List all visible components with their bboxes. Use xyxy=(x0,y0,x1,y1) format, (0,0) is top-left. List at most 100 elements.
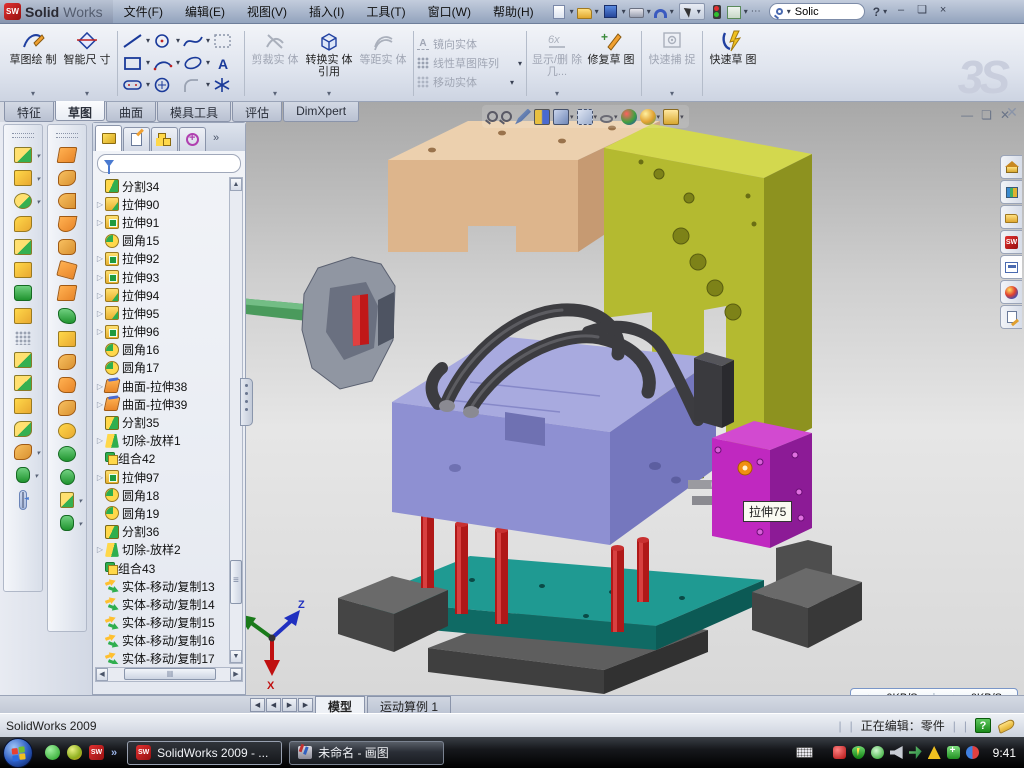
updater-shield-icon[interactable] xyxy=(947,746,960,759)
scroll-left-button[interactable]: ◀ xyxy=(96,668,108,681)
tab-features[interactable]: 特征 xyxy=(4,102,54,122)
convert-caret[interactable]: ▾ xyxy=(327,89,331,98)
convert-entities-button[interactable]: 转换实 体引用 ▾ xyxy=(302,27,356,99)
panel-splitter-handle[interactable] xyxy=(240,378,253,426)
warning-icon[interactable] xyxy=(928,746,941,759)
fillet-tool-icon[interactable]: ▾ xyxy=(14,193,32,209)
badge-icon[interactable] xyxy=(871,746,884,759)
solidworks-resources-tab[interactable] xyxy=(1000,155,1022,179)
zoom-fit-button[interactable] xyxy=(487,111,498,122)
tree-item[interactable]: ▷拉伸94 xyxy=(95,286,229,304)
freeform-tool-icon[interactable]: ▾ xyxy=(60,515,74,531)
save-caret[interactable]: ▾ xyxy=(621,7,627,16)
annotation-views-button[interactable]: ▾ xyxy=(663,109,684,125)
slot-tool[interactable]: ▾ xyxy=(121,76,151,94)
security-lightning-icon[interactable] xyxy=(852,746,865,759)
keyboard-layout-icon[interactable] xyxy=(796,747,813,758)
open-caret[interactable]: ▾ xyxy=(594,7,600,16)
line-tool[interactable]: ▾ xyxy=(121,32,151,50)
expand-arrow[interactable]: ▷ xyxy=(95,218,105,227)
smart-dimension-button[interactable]: 智能尺 寸 ▾ xyxy=(60,27,114,99)
section-view-button[interactable] xyxy=(534,109,550,125)
extrude-cut-tool-icon[interactable]: ▾ xyxy=(14,170,32,186)
tree-item[interactable]: ▷曲面-拉伸38 xyxy=(95,377,229,395)
antivirus-shield-icon[interactable] xyxy=(833,746,846,759)
offset-entities-button[interactable]: 等距实 体 xyxy=(356,27,410,99)
tree-item[interactable]: 圆角15 xyxy=(95,232,229,250)
options-caret[interactable]: ▾ xyxy=(743,7,749,16)
tree-item[interactable]: 圆角17 xyxy=(95,359,229,377)
pattern-tool-icon[interactable] xyxy=(15,331,31,345)
print-caret[interactable]: ▾ xyxy=(646,7,652,16)
solidworks-search-tab[interactable]: SW xyxy=(1000,230,1022,254)
tree-item[interactable]: 分割36 xyxy=(95,523,229,541)
tree-item[interactable]: 实体-移动/复制16 xyxy=(95,632,229,650)
options-icon[interactable] xyxy=(727,6,741,19)
tree-item[interactable]: 分割35 xyxy=(95,413,229,431)
start-button[interactable] xyxy=(3,738,33,768)
tree-item[interactable]: 实体-移动/复制13 xyxy=(95,577,229,595)
tab-mold-tools[interactable]: 模具工具 xyxy=(157,102,231,122)
point-tool[interactable] xyxy=(211,76,241,94)
tree-item[interactable]: 组合42 xyxy=(95,450,229,468)
sketch-draw-button[interactable]: 草图绘 制 ▾ xyxy=(6,27,60,99)
expand-arrow[interactable]: ▷ xyxy=(95,200,105,209)
taskbar-button-solidworks[interactable]: SW SolidWorks 2009 - ... xyxy=(127,741,282,765)
expand-arrow[interactable]: ▷ xyxy=(95,273,105,282)
tab-evaluate[interactable]: 评估 xyxy=(232,102,282,122)
untrim-surface-tool-icon[interactable] xyxy=(58,446,76,462)
tree-item[interactable]: ▷拉伸97 xyxy=(95,468,229,486)
volume-icon[interactable] xyxy=(890,746,903,759)
tree-item[interactable]: ▷切除-放样2 xyxy=(95,541,229,559)
extrude-boss-tool-icon[interactable]: ▾ xyxy=(14,147,32,163)
delete-face-tool-icon[interactable] xyxy=(58,354,76,370)
restore-button[interactable]: ❏ xyxy=(913,4,931,19)
tree-item[interactable]: 实体-移动/复制17 xyxy=(95,650,229,664)
rectangle-tool[interactable]: ▾ xyxy=(121,54,151,72)
expand-arrow[interactable]: ▷ xyxy=(95,309,105,318)
tag-icon[interactable] xyxy=(998,717,1016,733)
move-copy-tool-icon[interactable] xyxy=(14,421,32,437)
planar-surface-tool-icon[interactable] xyxy=(57,285,78,301)
ellipse-tool[interactable]: ▾ xyxy=(181,54,211,72)
text-tool[interactable]: A xyxy=(211,54,241,72)
menu-window[interactable]: 窗口(W) xyxy=(417,3,482,20)
extend-surface-tool-icon[interactable] xyxy=(58,400,76,416)
task-pane-close-icon[interactable]: ✕ xyxy=(1000,104,1024,121)
appearance-button[interactable] xyxy=(621,109,637,125)
surface-sweep-tool-icon[interactable] xyxy=(58,193,76,209)
view-palette-tab[interactable] xyxy=(1000,255,1022,279)
first-tab-button[interactable]: ◀ xyxy=(250,698,265,712)
last-tab-button[interactable]: ▶ xyxy=(298,698,313,712)
doc-restore-button[interactable]: ❏ xyxy=(981,108,992,122)
solidworks-shortcut-icon[interactable]: SW xyxy=(89,745,104,760)
thicken-tool-icon[interactable]: ▾ xyxy=(60,492,74,508)
arc-tool[interactable]: ▾ xyxy=(151,54,181,72)
quick-launch-chevron[interactable]: » xyxy=(111,747,117,759)
doc-minimize-button[interactable]: — xyxy=(961,108,973,122)
featuremanager-tab[interactable] xyxy=(95,125,122,151)
messenger-icon[interactable] xyxy=(45,745,60,760)
hide-show-caret[interactable]: ▾ xyxy=(614,113,618,121)
tree-item[interactable]: 圆角16 xyxy=(95,341,229,359)
new-document-icon[interactable] xyxy=(553,5,565,19)
tree-item[interactable]: ▷曲面-拉伸39 xyxy=(95,395,229,413)
tab-sketch[interactable]: 草图 xyxy=(55,101,105,121)
combine-tool-icon[interactable] xyxy=(14,398,32,414)
tree-item[interactable]: 圆角18 xyxy=(95,486,229,504)
linear-pattern-button[interactable]: 线性草图阵列 ▾ xyxy=(417,55,523,71)
search-input[interactable] xyxy=(795,6,847,18)
quick-snap-caret[interactable]: ▾ xyxy=(670,89,674,98)
tree-item[interactable]: ▷拉伸95 xyxy=(95,304,229,322)
boundary-surface-tool-icon[interactable] xyxy=(58,239,76,255)
minimize-button[interactable]: – xyxy=(892,4,910,19)
configurationmanager-tab[interactable] xyxy=(151,127,178,151)
menu-file[interactable]: 文件(F) xyxy=(113,3,174,20)
scroll-thumb[interactable] xyxy=(230,560,242,604)
hide-show-items-button[interactable]: ▾ xyxy=(600,111,618,123)
instant3d-button[interactable] xyxy=(19,490,27,510)
print-icon[interactable] xyxy=(629,8,644,18)
expand-arrow[interactable]: ▷ xyxy=(95,254,105,263)
quick-tips-icon[interactable]: ? xyxy=(975,718,991,733)
scene-caret[interactable]: ▾ xyxy=(657,113,661,121)
